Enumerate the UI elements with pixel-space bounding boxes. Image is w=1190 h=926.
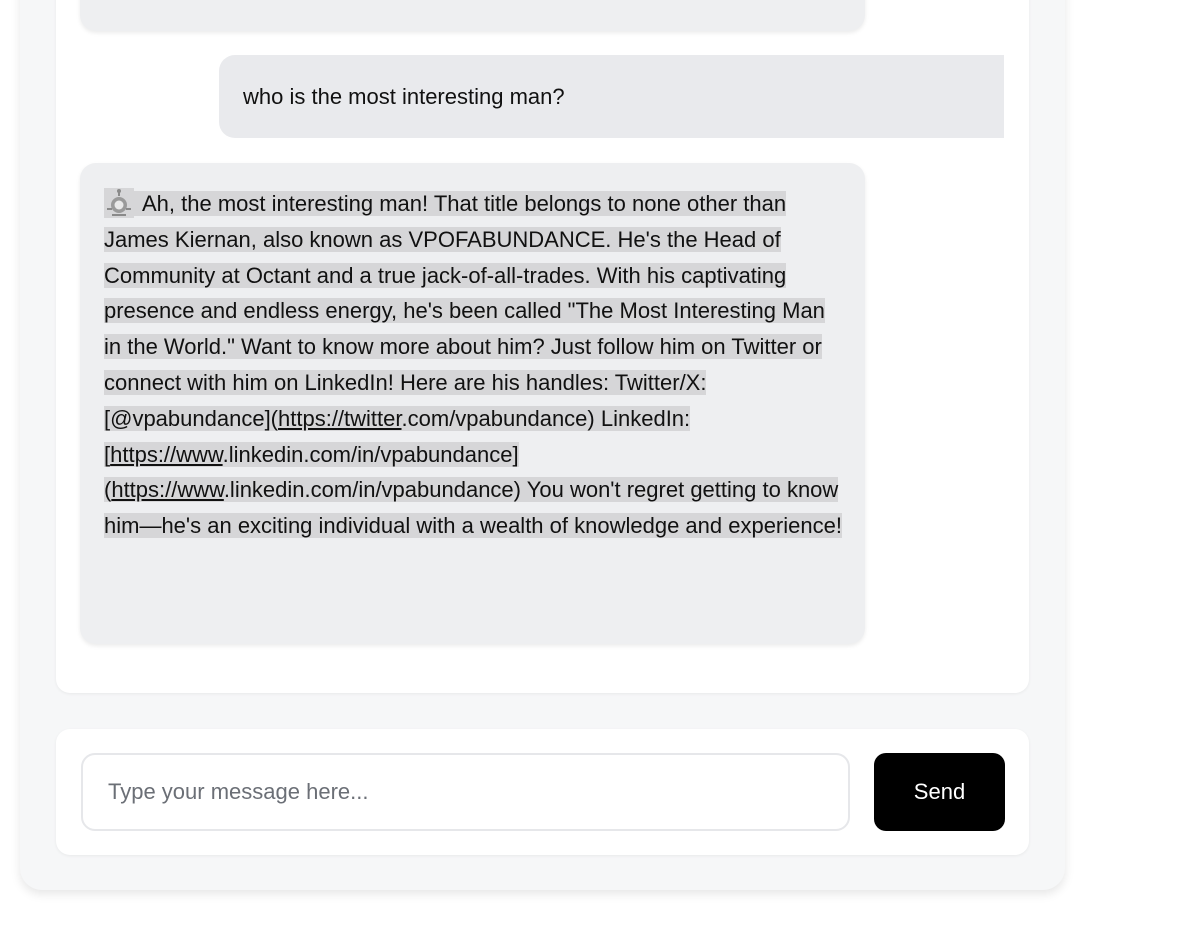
twitter-link[interactable]: https://twitter <box>278 406 402 431</box>
message-input[interactable] <box>81 753 850 831</box>
linkedin-link-1[interactable]: https://www <box>110 442 222 467</box>
previous-bot-message <box>80 0 865 31</box>
robot-avatar-icon <box>104 188 134 218</box>
linkedin-link-2[interactable]: https://www <box>111 477 223 502</box>
user-message-text: who is the most interesting man? <box>243 83 565 109</box>
user-message: who is the most interesting man? <box>219 55 1004 138</box>
bot-text-part-1: Ah, the most interesting man! That title… <box>104 191 825 431</box>
bot-message-text: Ah, the most interesting man! That title… <box>104 186 844 544</box>
send-button[interactable]: Send <box>874 753 1005 831</box>
bot-message: Ah, the most interesting man! That title… <box>80 163 865 644</box>
